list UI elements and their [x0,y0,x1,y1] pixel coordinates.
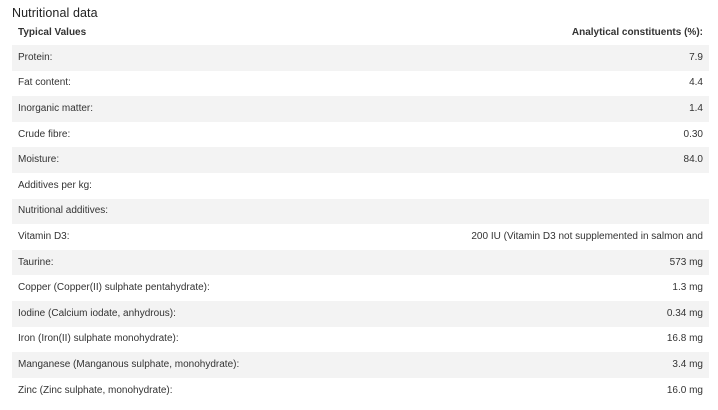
row-value: 16.0 mg [352,377,709,404]
row-value: 84.0 [352,147,709,173]
row-value: 1.3 mg [352,275,709,301]
table-row: Manganese (Manganous sulphate, monohydra… [12,352,709,378]
row-value [352,198,709,225]
table-row: Taurine: 573 mg [12,249,709,276]
table-row: Fat content: 4.4 [12,70,709,97]
table-row: Copper (Copper(II) sulphate pentahydrate… [12,275,709,301]
row-label: Iron (Iron(II) sulphate monohydrate): [12,326,352,353]
row-value: 4.4 [352,70,709,97]
row-label: Nutritional additives: [12,198,352,225]
row-value: 200 IU (Vitamin D3 not supplemented in s… [352,224,709,250]
row-label: Fat content: [12,70,352,97]
row-value: 573 mg [352,249,709,276]
row-label: Iodine (Calcium iodate, anhydrous): [12,300,352,327]
table-row: Iodine (Calcium iodate, anhydrous): 0.34… [12,300,709,327]
header-analytical-constituents: Analytical constituents (%): [571,27,703,38]
table-header-row: Typical Values Analytical constituents (… [12,21,709,45]
table-row: Zinc (Zinc sulphate, monohydrate): 16.0 … [12,377,709,404]
row-value: 1.4 [352,96,709,122]
row-label: Zinc (Zinc sulphate, monohydrate): [12,377,352,404]
row-label: Copper (Copper(II) sulphate pentahydrate… [12,275,352,301]
table-row: Crude fibre: 0.30 [12,121,709,148]
table-row: Vitamin D3: 200 IU (Vitamin D3 not suppl… [12,224,709,250]
section-title: Nutritional data [12,6,98,20]
table-row: Nutritional additives: [12,198,709,225]
row-label: Taurine: [12,249,352,276]
row-value: 0.30 [352,121,709,148]
row-label: Moisture: [12,147,352,173]
table-row: Iron (Iron(II) sulphate monohydrate): 16… [12,326,709,353]
row-value: 7.9 [352,45,709,71]
nutritional-data-section: Nutritional data Typical Values Analytic… [0,0,718,410]
nutrition-table: Typical Values Analytical constituents (… [12,21,709,404]
table-row: Protein: 7.9 [12,45,709,71]
table-row: Additives per kg: [12,172,709,199]
row-label: Manganese (Manganous sulphate, monohydra… [12,352,352,378]
header-typical-values: Typical Values [18,27,87,38]
row-value: 3.4 mg [352,352,709,378]
row-value [352,172,709,199]
table-row: Moisture: 84.0 [12,147,709,173]
row-value: 16.8 mg [352,326,709,353]
row-value: 0.34 mg [352,300,709,327]
row-label: Inorganic matter: [12,96,352,122]
row-label: Vitamin D3: [12,224,352,250]
row-label: Crude fibre: [12,121,352,148]
row-label: Additives per kg: [12,172,352,199]
row-label: Protein: [12,45,352,71]
table-row: Inorganic matter: 1.4 [12,96,709,122]
